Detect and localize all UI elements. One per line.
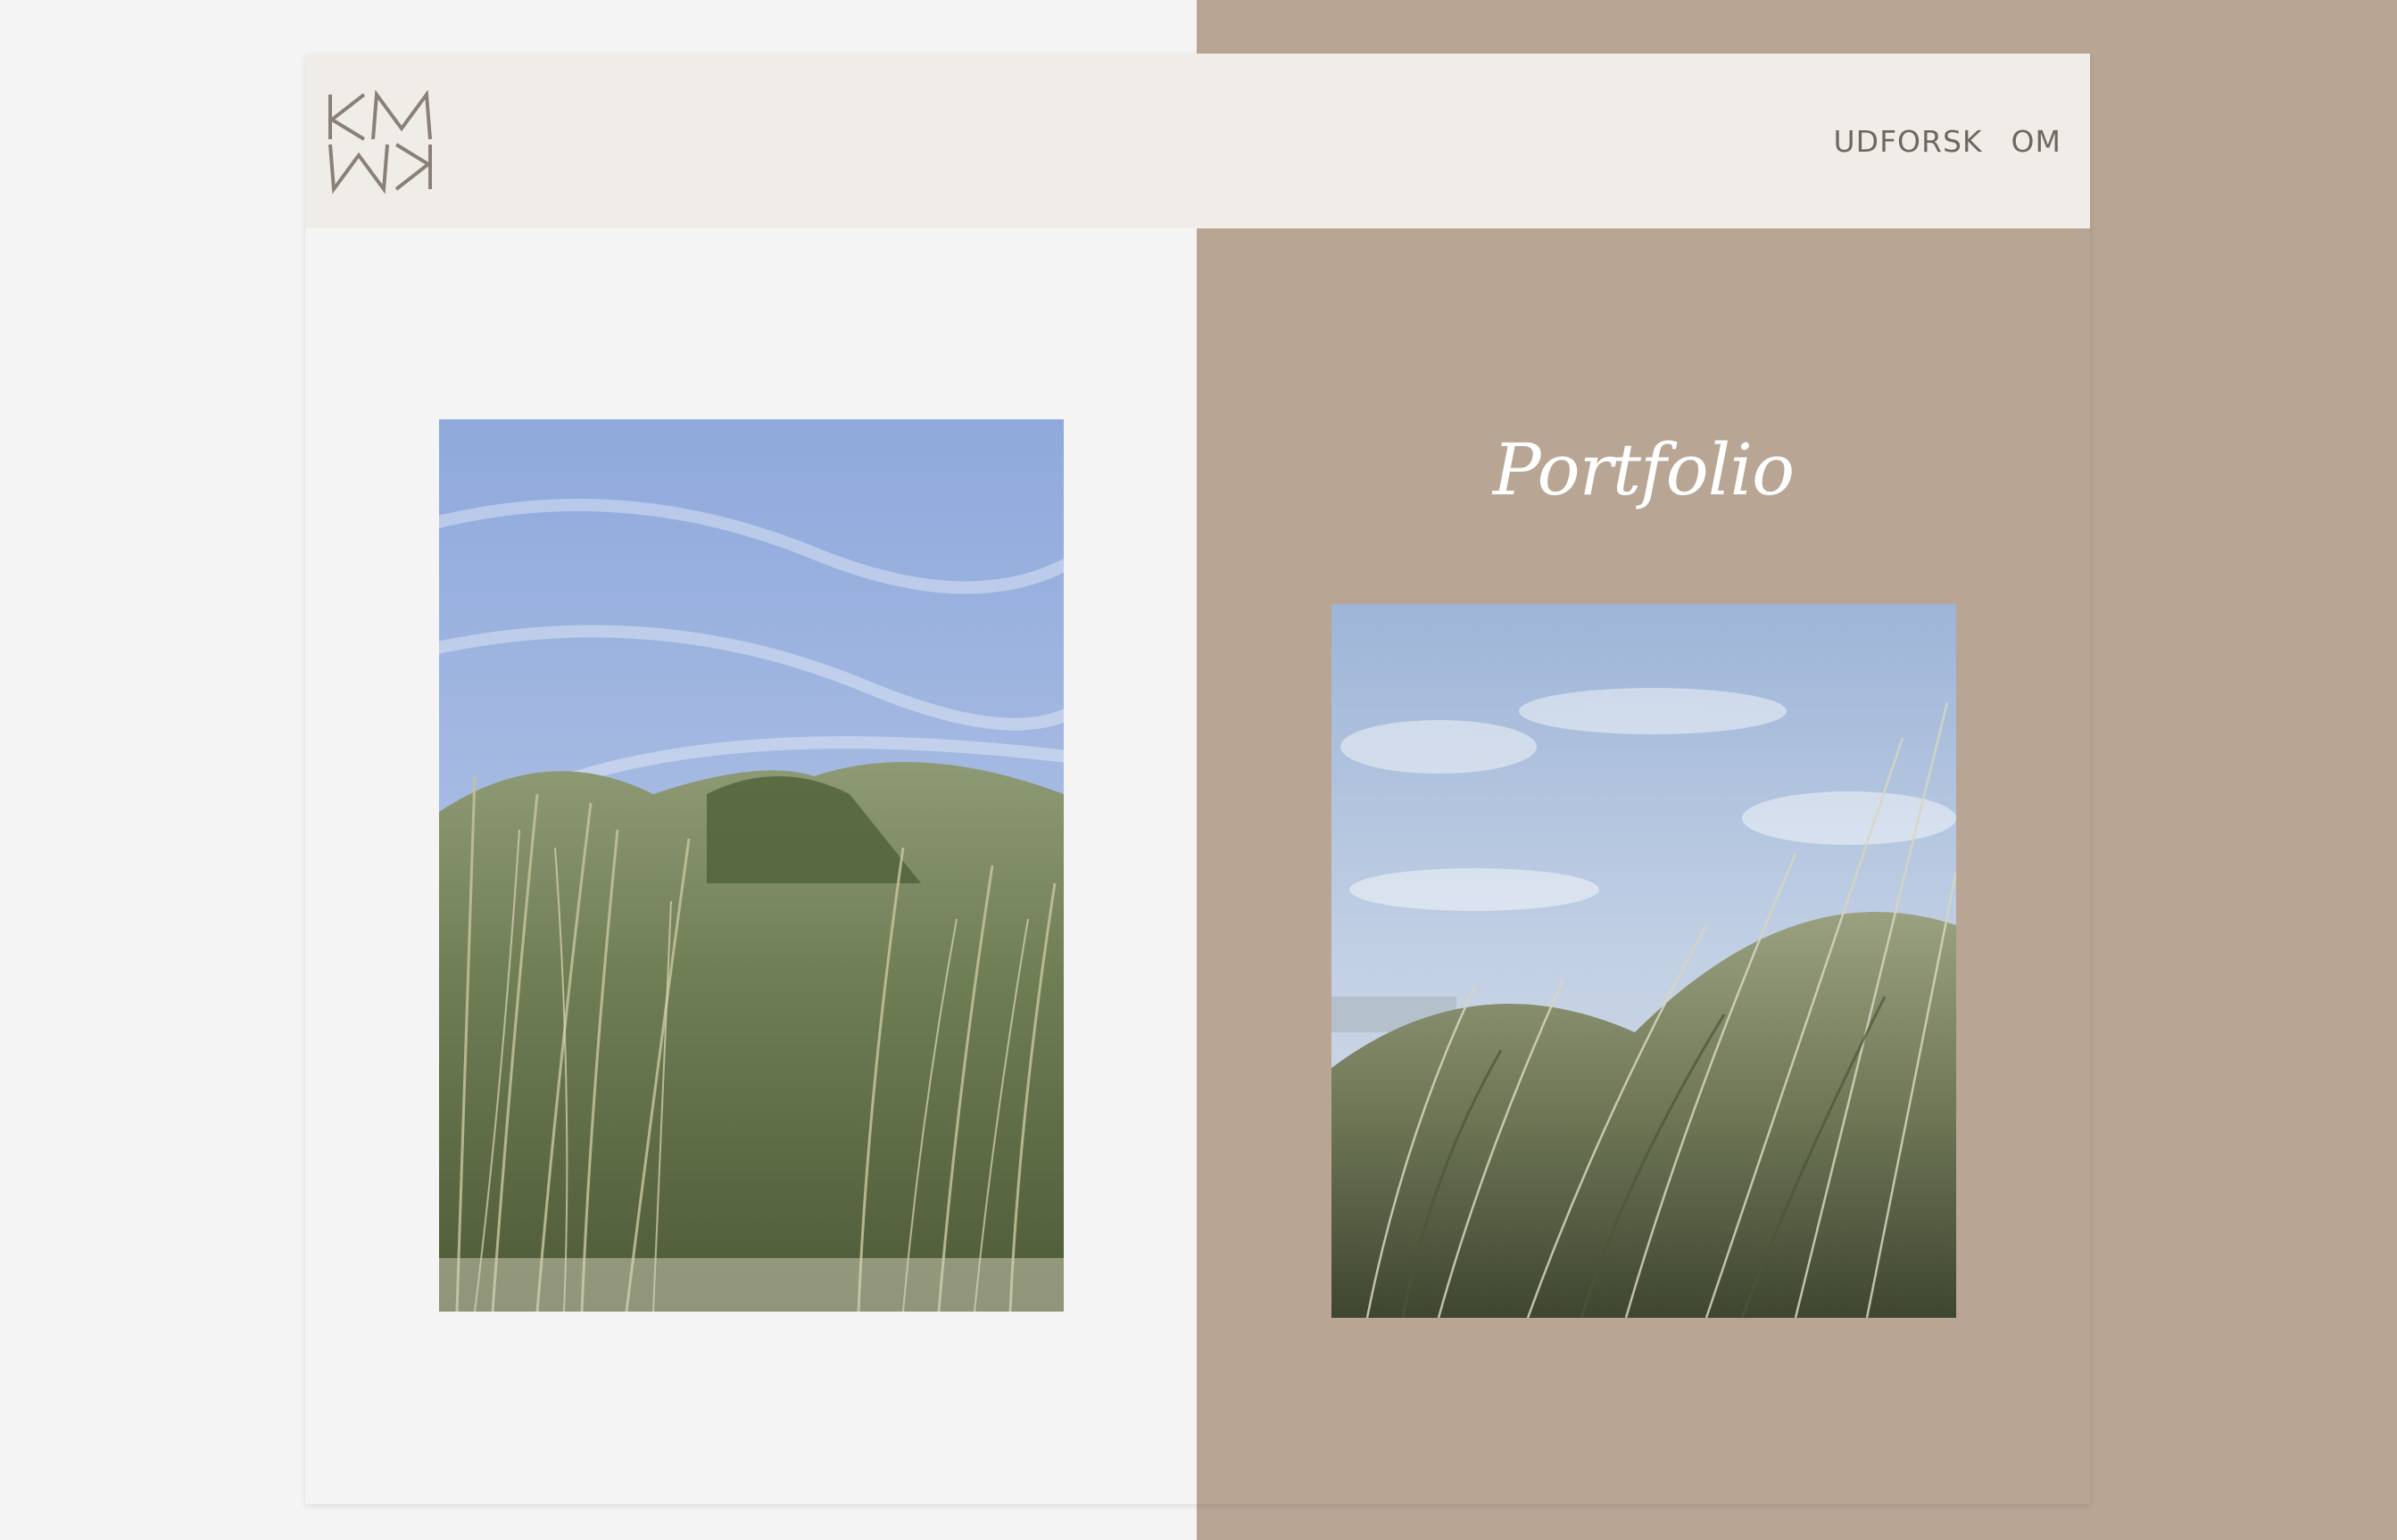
km-logo-icon[interactable]: [323, 89, 439, 196]
main-nav: UDFORSK OM: [1834, 54, 2062, 228]
page-title: Portfolio: [1492, 428, 1795, 511]
dune-grass-photo: [439, 419, 1064, 1312]
nav-link-om[interactable]: OM: [2011, 124, 2061, 159]
nav-link-udforsk[interactable]: UDFORSK: [1834, 124, 1983, 159]
site-header: UDFORSK OM: [305, 54, 2090, 228]
beach-grass-photo: [1331, 604, 1956, 1318]
page-card: UDFORSK OM Portfolio: [305, 54, 2090, 1504]
